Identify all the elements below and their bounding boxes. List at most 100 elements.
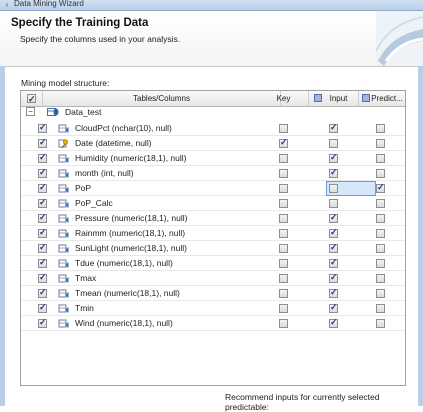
table-row[interactable]: SunLight (numeric(18,1), null): [21, 241, 405, 256]
page-title: Specify the Training Data: [11, 17, 149, 29]
predict-checkbox[interactable]: [376, 319, 385, 328]
collapse-icon[interactable]: −: [26, 107, 35, 116]
column-name: Rainmm (numeric(18,1), null): [75, 228, 186, 238]
key-checkbox[interactable]: [279, 289, 288, 298]
table-row[interactable]: Tdue (numeric(18,1), null): [21, 256, 405, 271]
header-select-all[interactable]: [21, 91, 43, 107]
predict-checkbox[interactable]: [376, 139, 385, 148]
key-checkbox[interactable]: [279, 244, 288, 253]
predict-all-checkbox[interactable]: [362, 94, 370, 102]
select-all-checkbox[interactable]: [27, 92, 36, 107]
key-checkbox[interactable]: [279, 304, 288, 313]
header-input-label: Input: [329, 94, 348, 103]
page-subtitle: Specify the columns used in your analysi…: [20, 34, 181, 44]
key-checkbox[interactable]: [279, 199, 288, 208]
predict-checkbox[interactable]: [376, 154, 385, 163]
include-column-checkbox[interactable]: [38, 137, 47, 148]
include-column-checkbox[interactable]: [38, 257, 47, 268]
table-row[interactable]: CloudPct (nchar(10), null): [21, 121, 405, 136]
column-icon: [58, 289, 69, 298]
include-column-checkbox[interactable]: [38, 242, 47, 253]
key-checkbox[interactable]: [279, 259, 288, 268]
window-title: Data Mining Wizard: [14, 0, 84, 8]
input-checkbox[interactable]: [329, 227, 338, 238]
input-checkbox[interactable]: [329, 139, 338, 148]
key-checkbox[interactable]: [279, 137, 288, 148]
predict-checkbox[interactable]: [376, 259, 385, 268]
table-row[interactable]: PoP_Calc: [21, 196, 405, 211]
predict-checkbox[interactable]: [376, 274, 385, 283]
table-row[interactable]: PoP: [21, 181, 405, 196]
input-checkbox[interactable]: [329, 302, 338, 313]
input-checkbox[interactable]: [329, 167, 338, 178]
table-row[interactable]: Wind (numeric(18,1), null): [21, 316, 405, 331]
key-checkbox[interactable]: [279, 184, 288, 193]
key-checkbox[interactable]: [279, 154, 288, 163]
key-checkbox[interactable]: [279, 229, 288, 238]
include-column-checkbox[interactable]: [38, 302, 47, 313]
wizard-banner-art-icon: [376, 11, 423, 66]
header-input[interactable]: Input: [309, 91, 359, 106]
input-checkbox[interactable]: [329, 122, 338, 133]
input-checkbox[interactable]: [329, 152, 338, 163]
include-column-checkbox[interactable]: [38, 197, 47, 208]
include-column-checkbox[interactable]: [38, 317, 47, 328]
back-arrow-icon[interactable]: ‹: [3, 0, 11, 9]
table-row[interactable]: Pressure (numeric(18,1), null): [21, 211, 405, 226]
predict-checkbox[interactable]: [376, 289, 385, 298]
window-left-border: [0, 66, 5, 406]
column-icon: [58, 274, 69, 283]
column-name: Tmean (numeric(18,1), null): [75, 288, 180, 298]
include-column-checkbox[interactable]: [38, 182, 47, 193]
predict-checkbox[interactable]: [376, 124, 385, 133]
table-row[interactable]: Tmin: [21, 301, 405, 316]
include-column-checkbox[interactable]: [38, 287, 47, 298]
predict-checkbox[interactable]: [376, 244, 385, 253]
input-checkbox[interactable]: [329, 242, 338, 253]
header-predict[interactable]: Predict...: [359, 91, 405, 106]
predict-checkbox[interactable]: [376, 214, 385, 223]
column-icon: [58, 304, 69, 313]
mining-structure-grid[interactable]: Tables/Columns Key Input Predict... − Da…: [20, 90, 406, 386]
table-row[interactable]: Tmax: [21, 271, 405, 286]
table-row[interactable]: Rainmm (numeric(18,1), null): [21, 226, 405, 241]
include-column-checkbox[interactable]: [38, 122, 47, 133]
key-checkbox[interactable]: [279, 214, 288, 223]
table-row[interactable]: Humidity (numeric(18,1), null): [21, 151, 405, 166]
table-name: Data_test: [65, 107, 102, 117]
input-checkbox[interactable]: [329, 199, 338, 208]
column-icon: [58, 259, 69, 268]
predict-checkbox[interactable]: [376, 304, 385, 313]
include-column-checkbox[interactable]: [38, 152, 47, 163]
input-all-checkbox[interactable]: [314, 94, 322, 102]
table-row[interactable]: Tmean (numeric(18,1), null): [21, 286, 405, 301]
include-column-checkbox[interactable]: [38, 212, 47, 223]
input-checkbox[interactable]: [329, 184, 338, 193]
input-checkbox[interactable]: [329, 287, 338, 298]
key-checkbox[interactable]: [279, 169, 288, 178]
input-checkbox[interactable]: [329, 212, 338, 223]
header-tables-columns[interactable]: Tables/Columns: [43, 91, 281, 106]
column-name: Tmin: [75, 303, 94, 313]
column-name: PoP: [75, 183, 92, 193]
input-checkbox[interactable]: [329, 317, 338, 328]
predict-checkbox[interactable]: [376, 182, 385, 193]
input-checkbox[interactable]: [329, 257, 338, 268]
column-icon: [58, 319, 69, 328]
table-row[interactable]: Date (datetime, null): [21, 136, 405, 151]
recommend-inputs-label: Recommend inputs for currently selected …: [225, 392, 380, 412]
header-key[interactable]: Key: [259, 91, 309, 106]
include-column-checkbox[interactable]: [38, 227, 47, 238]
predict-checkbox[interactable]: [376, 169, 385, 178]
predict-checkbox[interactable]: [376, 199, 385, 208]
table-row[interactable]: month (int, null): [21, 166, 405, 181]
key-checkbox[interactable]: [279, 274, 288, 283]
include-column-checkbox[interactable]: [38, 272, 47, 283]
key-checkbox[interactable]: [279, 124, 288, 133]
key-checkbox[interactable]: [279, 319, 288, 328]
predict-checkbox[interactable]: [376, 229, 385, 238]
input-checkbox[interactable]: [329, 272, 338, 283]
include-column-checkbox[interactable]: [38, 167, 47, 178]
window-titlebar: ‹ Data Mining Wizard: [0, 0, 423, 11]
column-icon: [58, 154, 69, 163]
